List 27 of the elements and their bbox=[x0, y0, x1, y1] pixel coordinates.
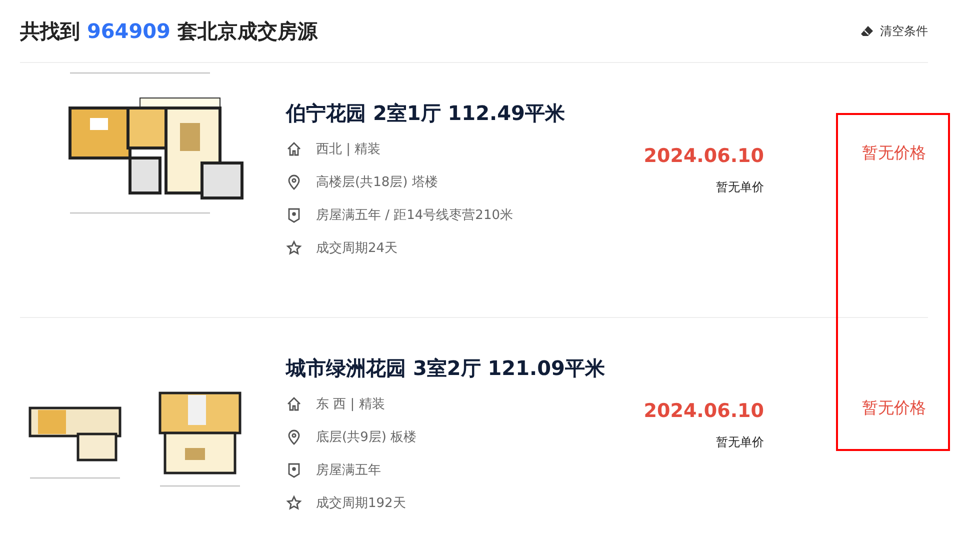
listing-detail: 成交周期24天 bbox=[316, 240, 398, 257]
listing-detail: 东 西 | 精装 bbox=[316, 396, 385, 413]
listing-title[interactable]: 伯宁花园 2室1厅 112.49平米 bbox=[286, 100, 764, 127]
deal-date: 2024.06.10 bbox=[644, 145, 764, 167]
total-price: 暂无价格 bbox=[862, 143, 926, 162]
deal-date: 2024.06.10 bbox=[644, 400, 764, 422]
listing-detail: 西北 | 精装 bbox=[316, 141, 381, 158]
location-pin-icon bbox=[286, 429, 302, 445]
listing-title[interactable]: 城市绿洲花园 3室2厅 121.09平米 bbox=[286, 355, 764, 382]
star-icon bbox=[286, 240, 302, 256]
listing-detail: 底层(共9层) 板楼 bbox=[316, 429, 417, 446]
total-price: 暂无价格 bbox=[862, 398, 926, 417]
unit-price: 暂无单价 bbox=[716, 179, 764, 196]
star-icon bbox=[286, 495, 302, 511]
clear-filters-button[interactable]: 清空条件 bbox=[860, 22, 928, 40]
listing-detail: 高楼层(共18层) 塔楼 bbox=[316, 174, 438, 191]
house-icon bbox=[286, 141, 302, 157]
shield-icon bbox=[286, 207, 302, 223]
results-heading: 共找到 964909 套北京成交房源 bbox=[20, 18, 318, 44]
listing-detail: 成交周期192天 bbox=[316, 495, 406, 512]
listing-detail: 房屋满五年 / 距14号线枣营210米 bbox=[316, 207, 513, 224]
eraser-icon bbox=[860, 25, 874, 37]
listing-detail: 房屋满五年 bbox=[316, 462, 381, 479]
unit-price: 暂无单价 bbox=[716, 434, 764, 451]
house-icon bbox=[286, 396, 302, 412]
shield-icon bbox=[286, 462, 302, 478]
location-pin-icon bbox=[286, 174, 302, 190]
